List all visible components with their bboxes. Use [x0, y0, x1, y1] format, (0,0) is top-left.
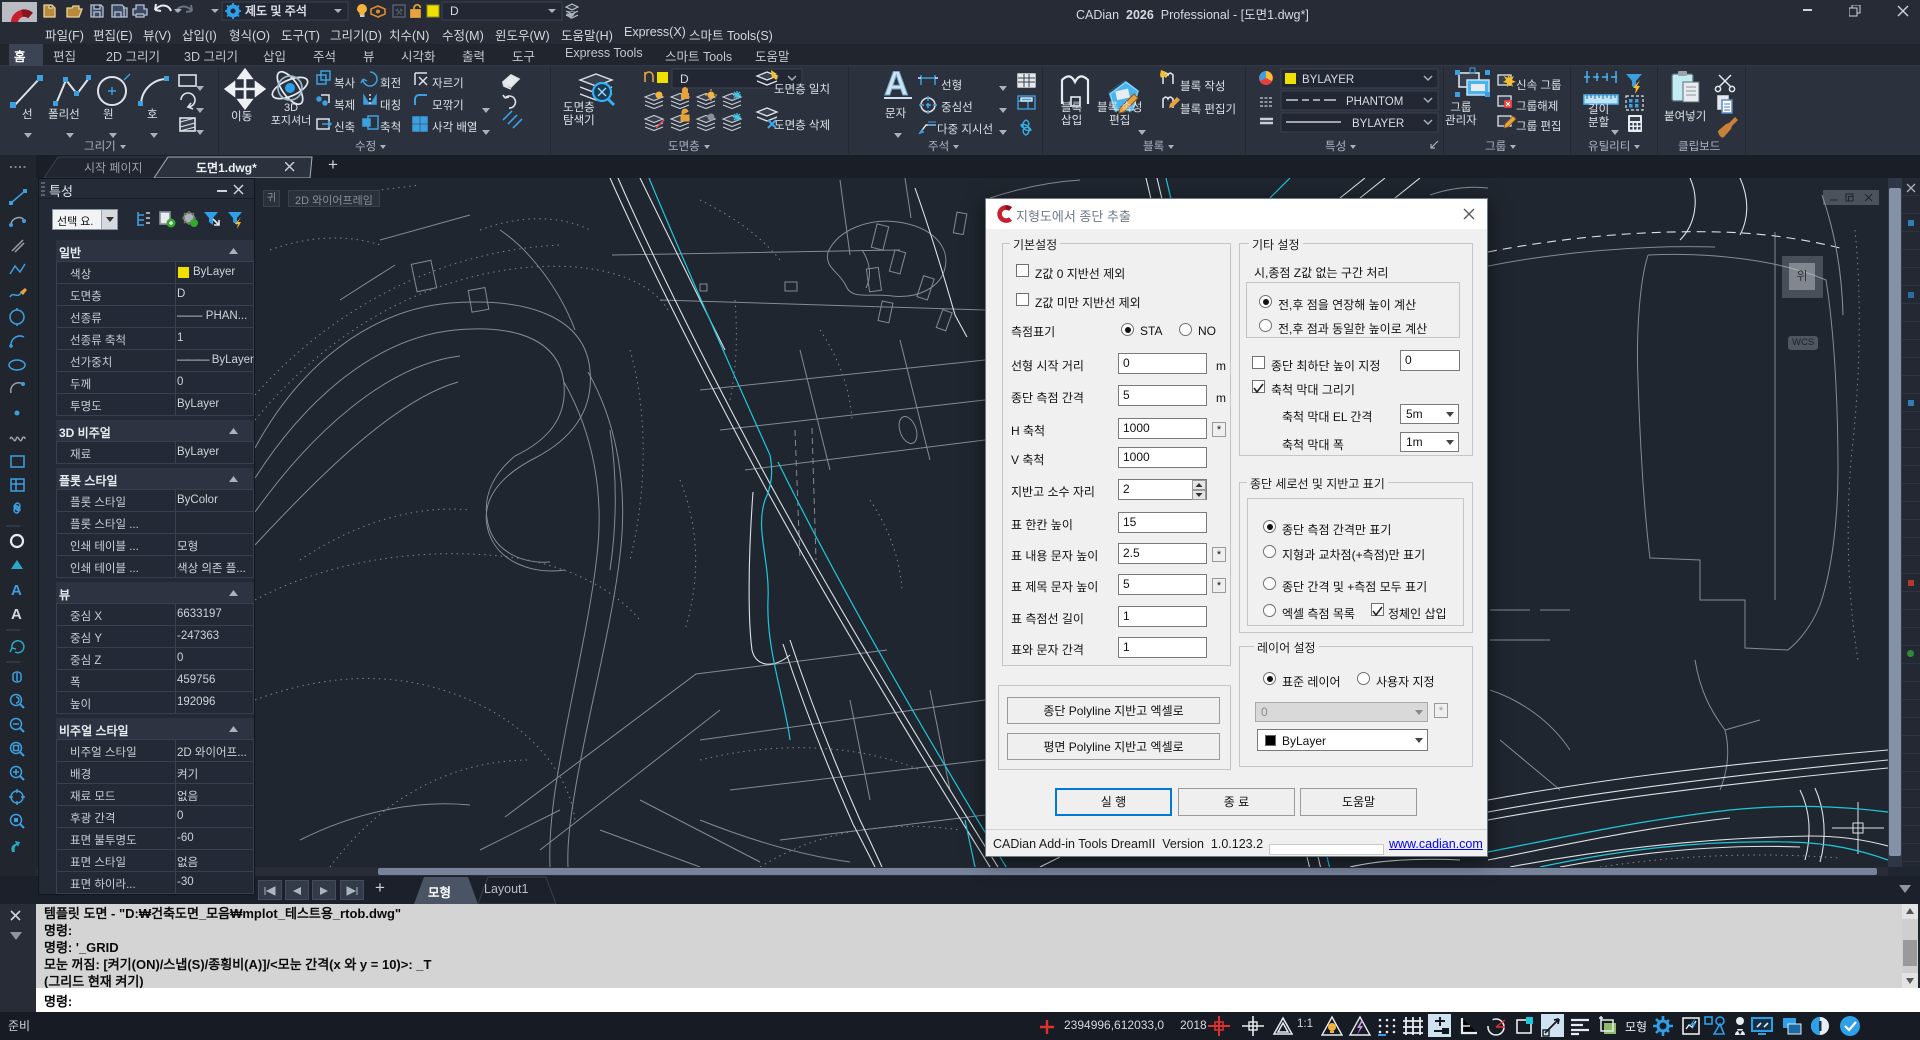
svg-text:제도 및 주석: 제도 및 주석: [245, 3, 307, 18]
svg-text:A: A: [11, 582, 22, 599]
svg-text:⚒: ⚒: [395, 7, 403, 17]
svg-text:D: D: [450, 4, 459, 18]
svg-text:PHANTOM: PHANTOM: [1346, 96, 1403, 108]
svg-text:BYLAYER: BYLAYER: [1302, 74, 1354, 86]
svg-text:BYLAYER: BYLAYER: [1352, 118, 1404, 130]
svg-text:A: A: [11, 606, 22, 623]
svg-text:D: D: [680, 72, 689, 86]
